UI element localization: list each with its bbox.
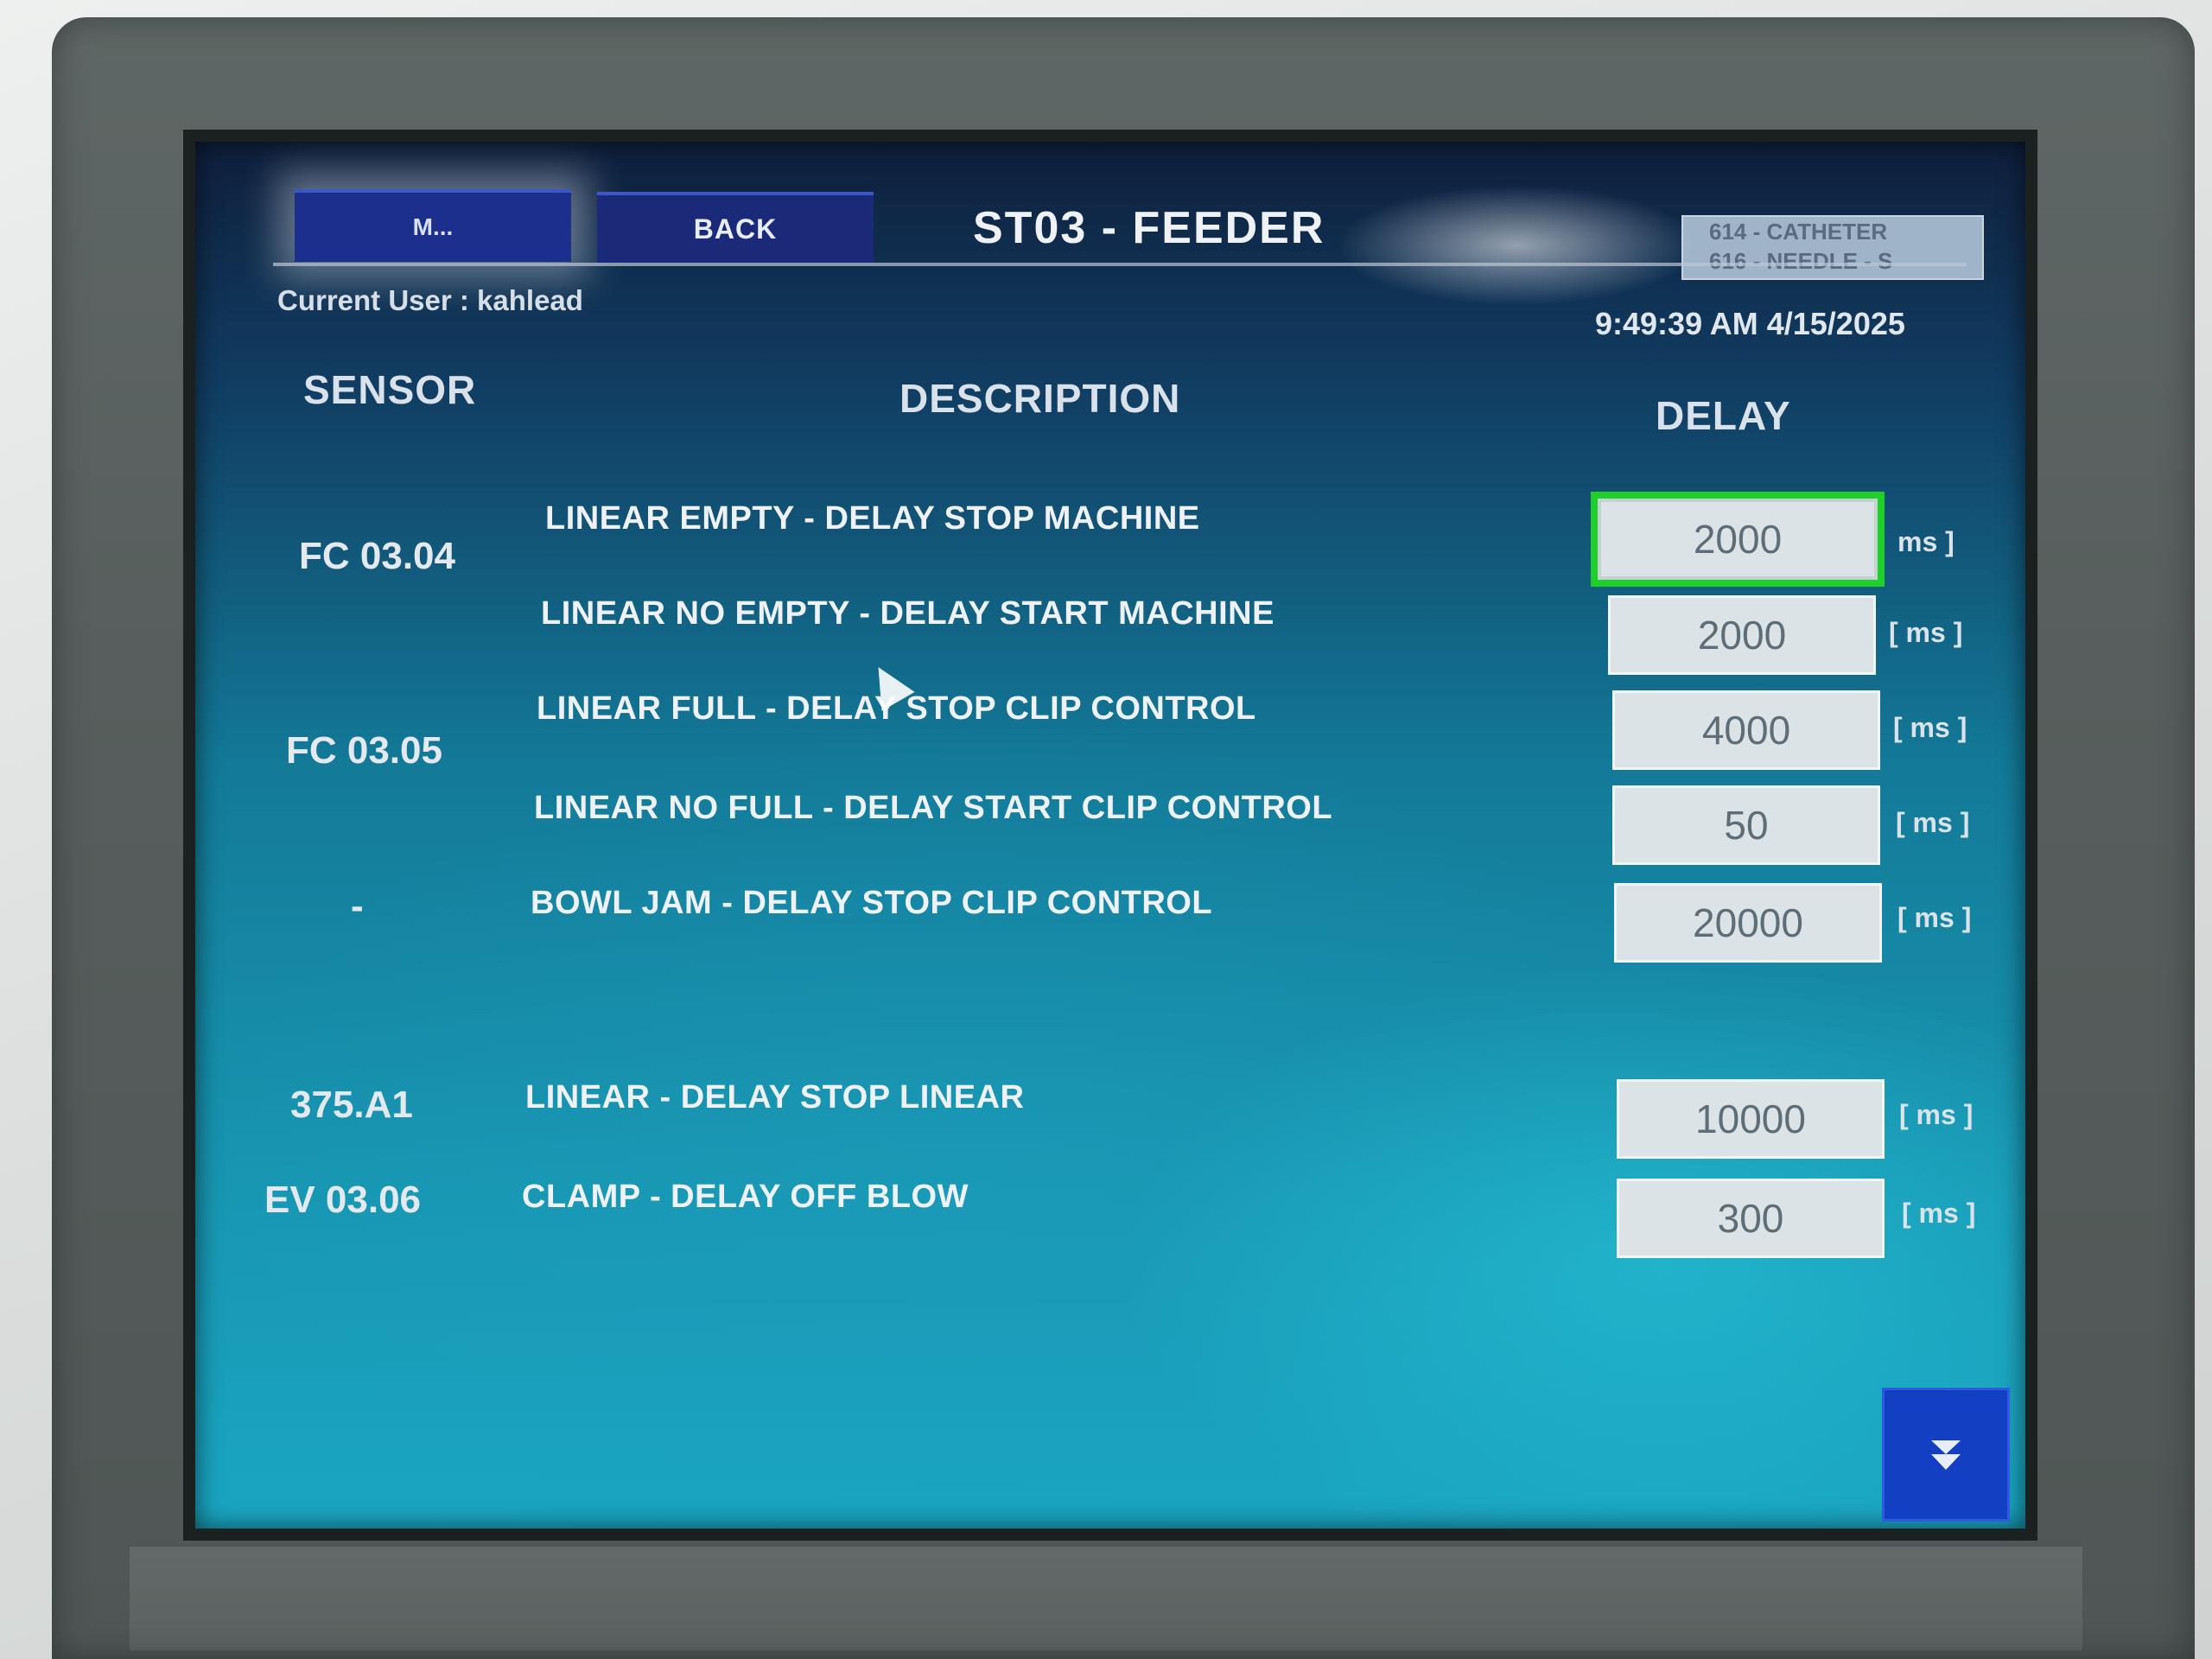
delay-value: 10000 [1695, 1096, 1806, 1141]
delay-value-input[interactable]: 10000 [1617, 1079, 1885, 1159]
current-user-label: Current User : kahlead [277, 284, 583, 316]
sensor-label: - [351, 885, 364, 927]
delay-value: 2000 [1697, 613, 1787, 658]
page-title: ST03 - FEEDER [973, 203, 1325, 253]
product-line-1: 614 - CATHETER [1709, 219, 1888, 245]
delay-value: 2000 [1693, 517, 1783, 562]
back-button[interactable]: BACK [597, 192, 874, 263]
delay-description: LINEAR - DELAY STOP LINEAR [525, 1079, 1025, 1116]
column-header-description: DESCRIPTION [899, 376, 1181, 421]
main-menu-button[interactable]: M... [295, 189, 571, 262]
delay-unit: [ ms ] [1899, 1099, 1974, 1130]
sensor-label: 375.A1 [290, 1084, 413, 1126]
product-line-2: 616 - NEEDLE - S [1709, 248, 1893, 274]
delay-value-input[interactable]: 300 [1617, 1179, 1885, 1258]
delay-value-input[interactable]: 2000 [1608, 595, 1876, 675]
delay-unit: [ ms ] [1889, 617, 1963, 648]
datetime-display: 9:49:39 AM 4/15/2025 [1595, 306, 1905, 341]
delay-unit: [ ms ] [1897, 902, 1972, 933]
sensor-label: EV 03.06 [264, 1179, 422, 1221]
main-menu-button-label: M... [412, 213, 454, 240]
delay-description: LINEAR EMPTY - DELAY STOP MACHINE [545, 500, 1200, 537]
delay-description: LINEAR NO FULL - DELAY START CLIP CONTRO… [534, 790, 1333, 826]
back-button-label: BACK [693, 213, 778, 245]
double-chevron-down-icon [1924, 1433, 1967, 1477]
delay-value: 300 [1717, 1196, 1784, 1241]
delay-value: 20000 [1693, 900, 1803, 945]
delay-description: CLAMP - DELAY OFF BLOW [522, 1179, 969, 1215]
column-header-delay: DELAY [1656, 393, 1791, 438]
product-selector[interactable]: 614 - CATHETER 616 - NEEDLE - S [1681, 215, 1984, 280]
delay-unit: ms ] [1897, 526, 1955, 557]
delay-value: 4000 [1701, 708, 1791, 753]
sensor-label: FC 03.05 [286, 729, 442, 772]
delay-description: LINEAR NO EMPTY - DELAY START MACHINE [541, 595, 1274, 632]
delay-value-input[interactable]: 2000 [1591, 492, 1885, 587]
delay-value: 50 [1724, 803, 1769, 848]
sensor-label: FC 03.04 [299, 535, 455, 577]
header-divider [273, 263, 1967, 266]
page-down-button[interactable] [1882, 1388, 2010, 1522]
delay-description: BOWL JAM - DELAY STOP CLIP CONTROL [531, 885, 1213, 921]
delay-unit: [ ms ] [1902, 1198, 1976, 1229]
delay-value-input[interactable]: 50 [1612, 785, 1880, 865]
column-header-sensor: SENSOR [303, 367, 477, 412]
bezel-reflection [130, 1547, 2082, 1650]
delay-value-input[interactable]: 4000 [1612, 690, 1880, 770]
delay-unit: [ ms ] [1896, 807, 1970, 838]
hmi-screen: M... BACK ST03 - FEEDER 614 - CATHETER 6… [183, 130, 2037, 1541]
delay-unit: [ ms ] [1893, 712, 1967, 743]
delay-value-input[interactable]: 20000 [1614, 883, 1882, 963]
